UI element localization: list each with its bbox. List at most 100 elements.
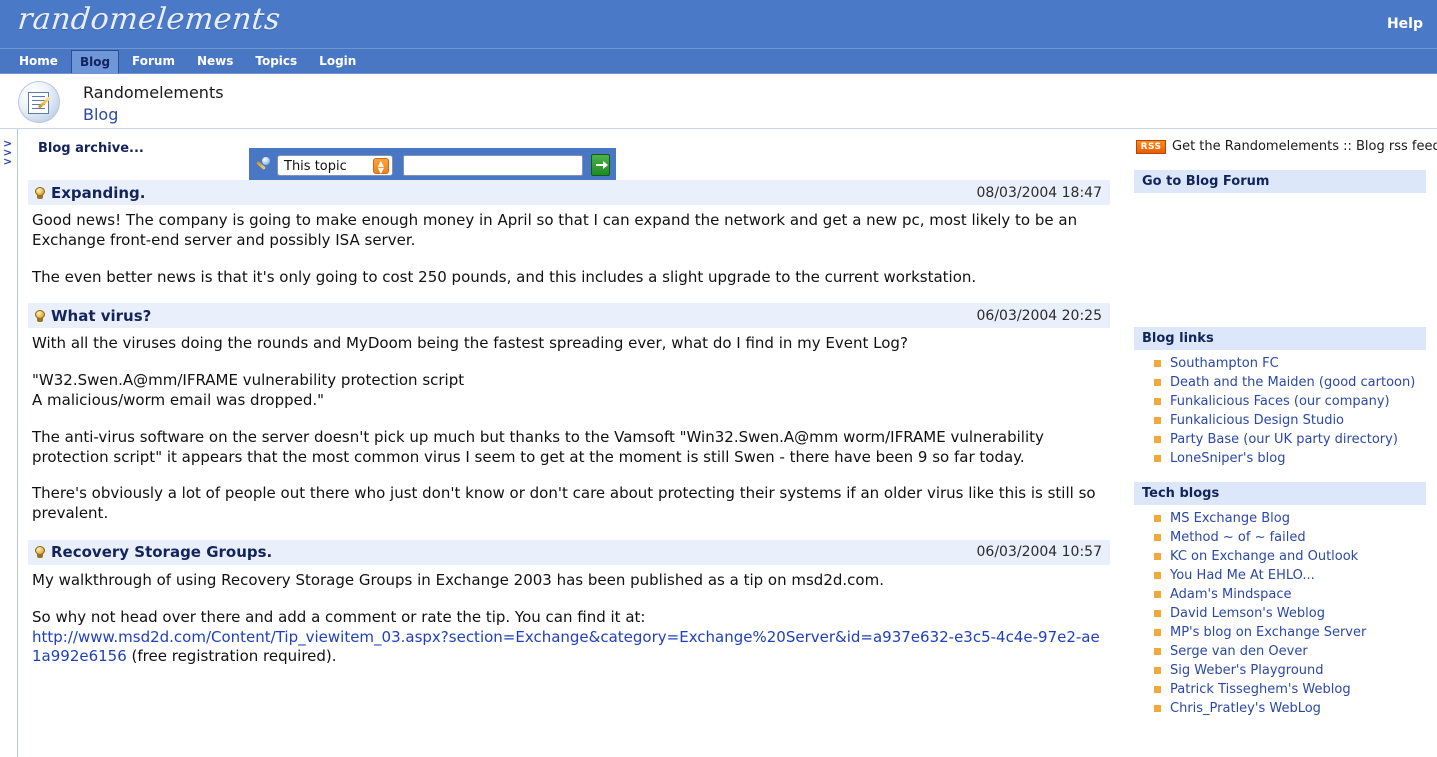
list-item[interactable]: LoneSniper's blog <box>1154 451 1426 466</box>
list-item[interactable]: Adam's Mindspace <box>1154 587 1426 602</box>
document-with-pen-icon <box>18 81 60 123</box>
blog-links-header: Blog links <box>1134 327 1426 350</box>
site-name-label: Randomelements <box>83 83 224 102</box>
blog-post: Recovery Storage Groups. 06/03/2004 10:5… <box>28 539 1110 669</box>
square-bullet-icon <box>1154 455 1161 462</box>
blog-post: Expanding. 08/03/2004 18:47 Good news! T… <box>28 180 1110 289</box>
tech-blog-link[interactable]: David Lemson's Weblog <box>1170 606 1325 621</box>
blog-link[interactable]: Funkalicious Faces (our company) <box>1170 394 1390 409</box>
square-bullet-icon <box>1154 436 1161 443</box>
blog-post-paragraph: With all the viruses doing the rounds an… <box>32 334 908 353</box>
nav-item-topics[interactable]: Topics <box>246 49 306 73</box>
blog-link[interactable]: LoneSniper's blog <box>1170 451 1285 466</box>
site-banner: randomelements Help <box>0 0 1437 48</box>
square-bullet-icon <box>1154 398 1161 405</box>
tech-blog-link[interactable]: Adam's Mindspace <box>1170 587 1291 602</box>
square-bullet-icon <box>1154 534 1161 541</box>
square-bullet-icon <box>1154 610 1161 617</box>
tech-blog-link[interactable]: KC on Exchange and Outlook <box>1170 549 1358 564</box>
blog-link[interactable]: Death and the Maiden (good cartoon) <box>1170 375 1415 390</box>
list-item[interactable]: Party Base (our UK party directory) <box>1154 432 1426 447</box>
blog-archive-row: Blog archive... <box>19 129 1119 166</box>
blog-post-paragraph: So why not head over there and add a com… <box>32 607 646 626</box>
lightbulb-icon <box>34 545 46 559</box>
blog-link[interactable]: Party Base (our UK party directory) <box>1170 432 1398 447</box>
tech-blog-link[interactable]: Serge van den Oever <box>1170 644 1308 659</box>
blog-post-date: 06/03/2004 10:57 <box>976 544 1103 561</box>
blog-post-paragraph: "W32.Swen.A@mm/IFRAME vulnerability prot… <box>32 371 465 409</box>
blog-post-date: 08/03/2004 18:47 <box>976 184 1103 201</box>
square-bullet-icon <box>1154 667 1161 674</box>
rss-feed-label: Get the Randomelements :: Blog rss feed <box>1172 139 1437 154</box>
list-item[interactable]: Sig Weber's Playground <box>1154 663 1426 678</box>
blog-post-body: My walkthrough of using Recovery Storage… <box>28 565 1110 669</box>
nav-item-blog[interactable]: Blog <box>70 50 120 73</box>
blog-post: What virus? 06/03/2004 20:25 With all th… <box>28 303 1110 526</box>
tech-blog-link[interactable]: Chris_Pratley's WebLog <box>1170 701 1321 716</box>
square-bullet-icon <box>1154 360 1161 367</box>
rss-icon[interactable]: RSS <box>1136 139 1166 154</box>
list-item[interactable]: MP's blog on Exchange Server <box>1154 625 1426 640</box>
blog-post-header: What virus? 06/03/2004 20:25 <box>28 303 1110 329</box>
list-item[interactable]: You Had Me At EHLO... <box>1154 568 1426 583</box>
blog-post-title[interactable]: Expanding. <box>51 184 145 202</box>
blog-post-paragraph: Good news! The company is going to make … <box>32 211 1078 249</box>
page-subheader: Randomelements Blog This topic ▲ ▼ <box>0 74 1437 182</box>
list-item[interactable]: Funkalicious Faces (our company) <box>1154 394 1426 409</box>
lightbulb-icon <box>34 309 46 323</box>
blog-post-title[interactable]: Recovery Storage Groups. <box>51 543 272 561</box>
list-item[interactable]: Serge van den Oever <box>1154 644 1426 659</box>
list-item[interactable]: Method ~ of ~ failed <box>1154 530 1426 545</box>
tech-blog-link[interactable]: MP's blog on Exchange Server <box>1170 625 1366 640</box>
list-item[interactable]: Chris_Pratley's WebLog <box>1154 701 1426 716</box>
blog-post-paragraph: There's obviously a lot of people out th… <box>32 484 1096 523</box>
square-bullet-icon <box>1154 648 1161 655</box>
right-sidebar: RSS Get the Randomelements :: Blog rss f… <box>1134 129 1437 720</box>
list-item[interactable]: Southampton FC <box>1154 356 1426 371</box>
blog-post-header: Expanding. 08/03/2004 18:47 <box>28 180 1110 205</box>
blog-post-body: Good news! The company is going to make … <box>28 205 1110 289</box>
square-bullet-icon <box>1154 705 1161 712</box>
list-item[interactable]: KC on Exchange and Outlook <box>1154 549 1426 564</box>
nav-item-login[interactable]: Login <box>310 49 365 73</box>
square-bullet-icon <box>1154 591 1161 598</box>
section-name-link[interactable]: Blog <box>83 105 118 124</box>
blog-post-paragraph: The even better news is that it's only g… <box>32 267 977 286</box>
square-bullet-icon <box>1154 572 1161 579</box>
help-link[interactable]: Help <box>1387 16 1423 32</box>
tech-blog-link[interactable]: You Had Me At EHLO... <box>1170 568 1315 583</box>
blog-post-date: 06/03/2004 20:25 <box>976 307 1103 324</box>
blog-link[interactable]: Funkalicious Design Studio <box>1170 413 1344 428</box>
list-item[interactable]: Patrick Tisseghem's Weblog <box>1154 682 1426 697</box>
square-bullet-icon <box>1154 515 1161 522</box>
blog-post-body: With all the viruses doing the rounds an… <box>28 328 1110 526</box>
go-to-blog-forum-link[interactable]: Go to Blog Forum <box>1134 170 1426 193</box>
lightbulb-icon <box>34 186 46 200</box>
tech-blogs-header: Tech blogs <box>1134 482 1426 505</box>
square-bullet-icon <box>1154 686 1161 693</box>
tech-blog-link[interactable]: Sig Weber's Playground <box>1170 663 1324 678</box>
nav-item-news[interactable]: News <box>188 49 242 73</box>
list-item[interactable]: Funkalicious Design Studio <box>1154 413 1426 428</box>
blog-post-header: Recovery Storage Groups. 06/03/2004 10:5… <box>28 539 1110 565</box>
list-item[interactable]: MS Exchange Blog <box>1154 511 1426 526</box>
square-bullet-icon <box>1154 417 1161 424</box>
nav-item-forum[interactable]: Forum <box>123 49 184 73</box>
tech-blog-link[interactable]: Patrick Tisseghem's Weblog <box>1170 682 1351 697</box>
tech-blog-link[interactable]: Method ~ of ~ failed <box>1170 530 1306 545</box>
blog-link[interactable]: Southampton FC <box>1170 356 1279 371</box>
nav-item-home[interactable]: Home <box>10 49 67 73</box>
list-item[interactable]: David Lemson's Weblog <box>1154 606 1426 621</box>
site-logo: randomelements <box>16 2 283 37</box>
page-title: Randomelements Blog <box>83 82 224 125</box>
blog-archive-link[interactable]: Blog archive... <box>38 141 144 156</box>
tech-blog-link[interactable]: MS Exchange Blog <box>1170 511 1290 526</box>
list-item[interactable]: Death and the Maiden (good cartoon) <box>1154 375 1426 390</box>
blog-content: Blog archive... Expanding. 08/03/2004 18… <box>19 129 1119 669</box>
blog-post-paragraph: My walkthrough of using Recovery Storage… <box>32 570 884 589</box>
blog-links-list: Southampton FC Death and the Maiden (goo… <box>1134 356 1426 466</box>
blog-post-title[interactable]: What virus? <box>51 307 151 325</box>
blog-post-link-suffix: (free registration required). <box>126 647 337 666</box>
expand-chevrons-icon[interactable]: > > > <box>3 138 12 167</box>
